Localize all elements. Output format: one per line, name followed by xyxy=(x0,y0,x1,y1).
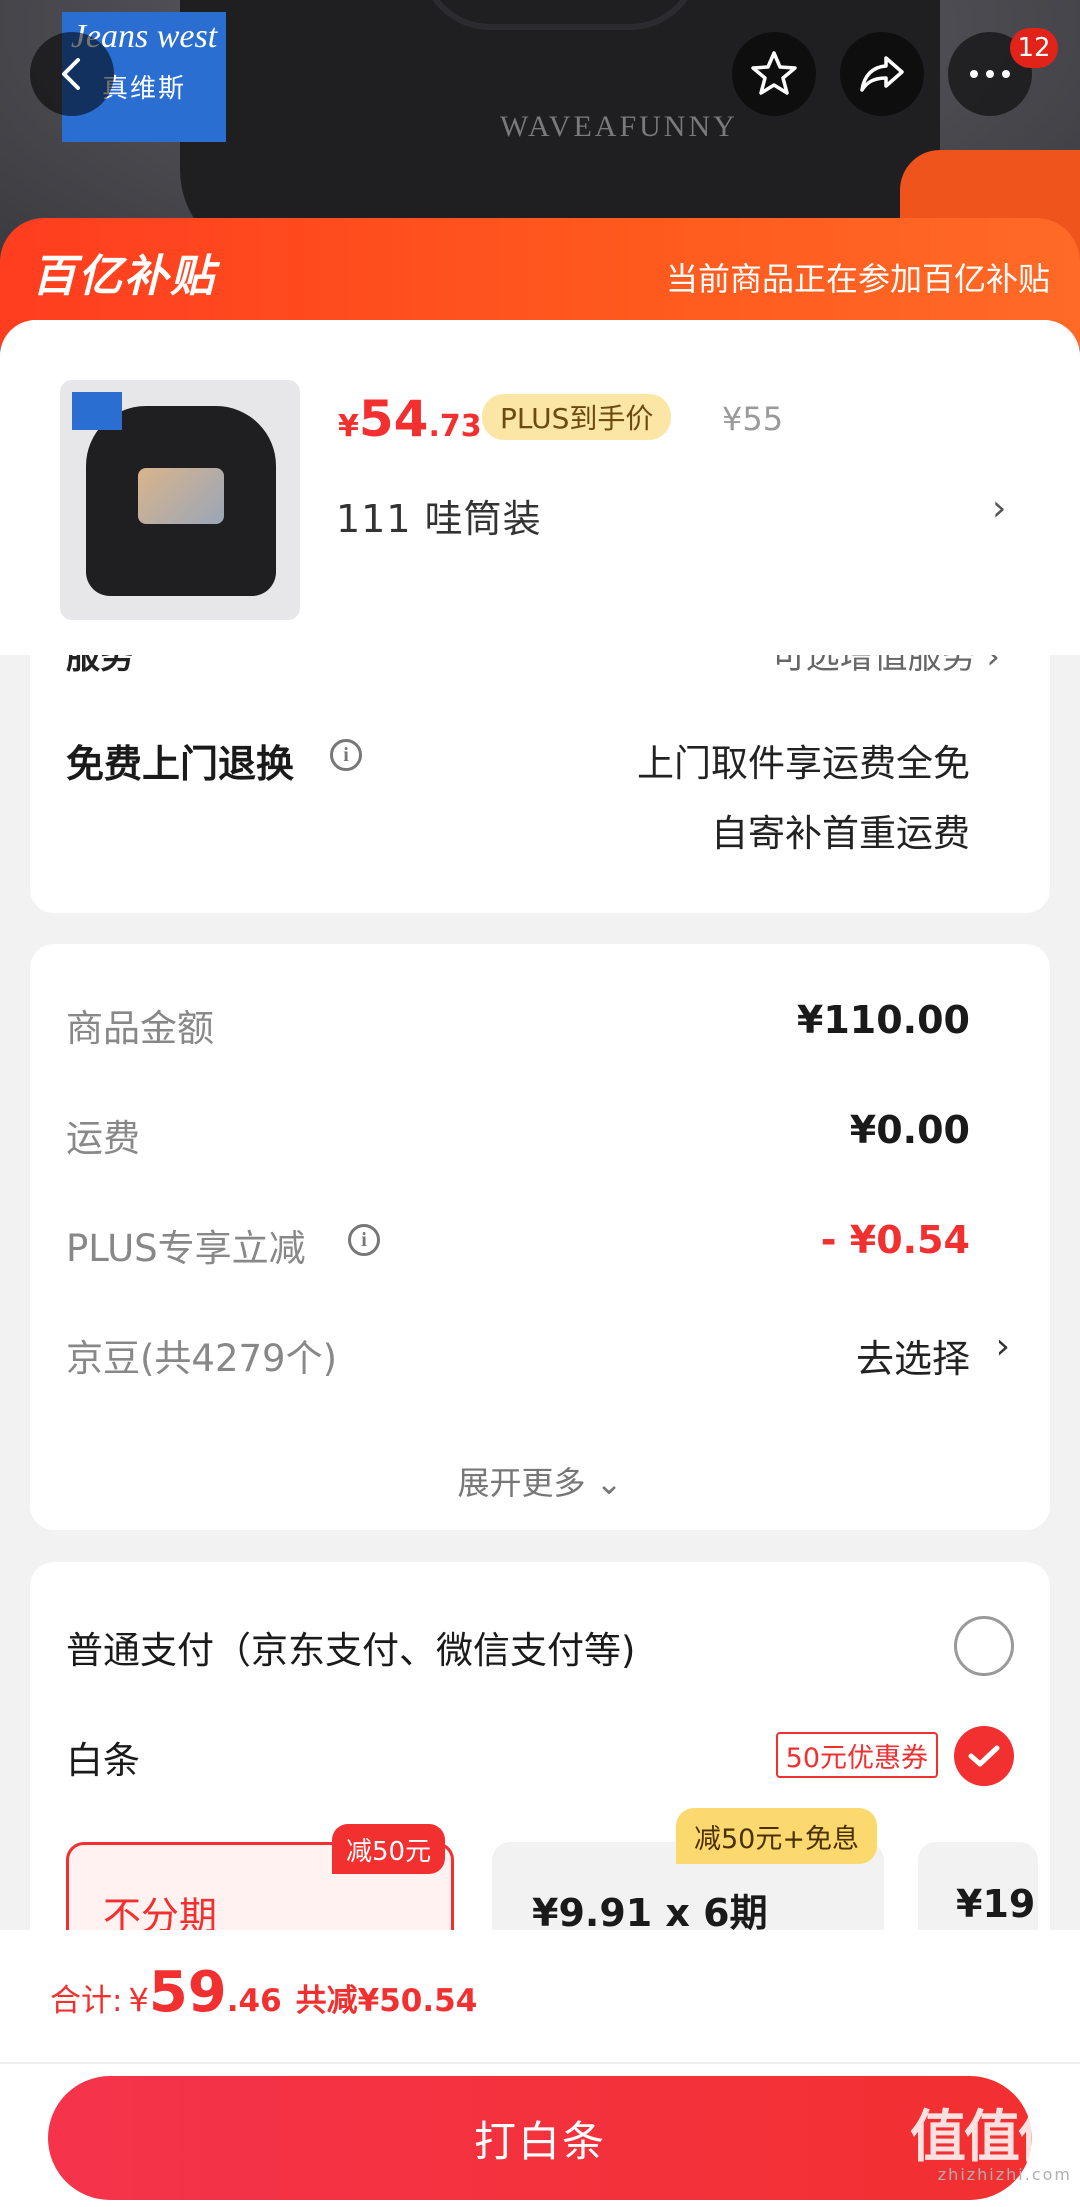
total-currency: ¥ xyxy=(128,1981,149,2019)
goods-amount-value: ¥110.00 xyxy=(796,998,970,1042)
service-card: 服务 可选增值服务 › 免费上门退换 i 上门取件享运费全免 自寄补首重运费 xyxy=(30,655,1050,913)
product-thumbnail xyxy=(60,380,300,620)
jd-beans-label: 京豆(共4279个) xyxy=(66,1337,338,1380)
share-icon xyxy=(860,56,904,92)
installment-tag: 减50元 xyxy=(332,1824,446,1874)
total-decimal: .46 xyxy=(226,1983,282,2019)
total-price: 合计: ¥59.46 共减¥50.54 xyxy=(50,1960,477,2025)
shipping-label: 运费 xyxy=(66,1117,140,1160)
installment-tag: 减50元+免息 xyxy=(676,1808,877,1864)
installment-label: ¥19 xyxy=(956,1882,1036,1926)
total-integer: 59 xyxy=(148,1960,227,2025)
product-price: ¥54.73 xyxy=(338,390,482,448)
plus-discount-label: PLUS专享立减 xyxy=(66,1227,306,1270)
plus-discount-value: - ¥0.54 xyxy=(820,1218,970,1262)
sweater-collar xyxy=(420,0,700,30)
free-return-info-button[interactable]: i xyxy=(330,739,362,771)
free-return-detail-1: 上门取件享运费全免 xyxy=(637,742,970,785)
price-decimal: .73 xyxy=(428,409,482,444)
pay-with-baitiao-button[interactable]: 打白条 xyxy=(48,2076,1032,2200)
baitiao-radio-checked[interactable] xyxy=(954,1726,1014,1786)
favorite-button[interactable] xyxy=(732,32,816,116)
sweater-print-text: WAVEAFUNNY xyxy=(500,110,738,143)
subsidy-logo: 百亿补贴 xyxy=(32,251,216,302)
plus-price-tag: PLUS到手价 xyxy=(482,394,672,440)
installment-label: ¥9.91 x 6期 xyxy=(532,1891,768,1935)
jd-beans-select[interactable]: 去选择 xyxy=(856,1328,970,1383)
shipping-value: ¥0.00 xyxy=(849,1108,970,1152)
watermark-text: 值值值 xyxy=(910,2105,1074,2170)
goods-amount-label: 商品金额 xyxy=(66,1007,214,1050)
back-button[interactable] xyxy=(30,32,114,116)
divider xyxy=(0,2062,1080,2064)
original-price: ¥55 xyxy=(722,400,784,438)
expand-more-button[interactable]: 展开更多 ⌄ xyxy=(30,1458,1050,1504)
selected-spec[interactable]: 111 哇筒装 xyxy=(336,488,542,543)
more-icon xyxy=(970,70,1010,78)
coupon-badge: 50元优惠券 xyxy=(775,1732,938,1778)
service-section-label: 服务 xyxy=(66,655,134,677)
price-currency: ¥ xyxy=(338,409,359,444)
normal-pay-radio[interactable] xyxy=(954,1616,1014,1676)
price-integer: 54 xyxy=(358,390,429,448)
share-button[interactable] xyxy=(840,32,924,116)
plus-discount-info-button[interactable]: i xyxy=(348,1224,380,1256)
thumbnail-print xyxy=(138,468,224,524)
info-icon: i xyxy=(348,1224,380,1256)
thumbnail-brand-logo xyxy=(72,392,122,430)
check-icon xyxy=(968,1745,1000,1767)
star-icon xyxy=(751,51,797,95)
amount-card: 商品金额 ¥110.00 运费 ¥0.00 PLUS专享立减 i - ¥0.54… xyxy=(30,944,1050,1530)
baitiao-label: 白条 xyxy=(66,1739,140,1782)
chevron-right-icon[interactable]: › xyxy=(992,488,1006,529)
free-return-detail-2: 自寄补首重运费 xyxy=(711,812,970,855)
checkout-sheet: ¥54.73 PLUS到手价 ¥55 111 哇筒装 › 服务 可选增值服务 ›… xyxy=(0,320,1080,2207)
info-icon: i xyxy=(330,739,362,771)
chevron-right-icon[interactable]: › xyxy=(996,1326,1010,1367)
total-label: 合计: xyxy=(50,1983,123,2019)
normal-pay-label: 普通支付（京东支付、微信支付等) xyxy=(66,1629,636,1672)
back-arrow-icon xyxy=(62,58,80,90)
total-saved: 共减¥50.54 xyxy=(295,1983,478,2019)
free-return-title: 免费上门退换 xyxy=(66,742,295,786)
product-summary: ¥54.73 PLUS到手价 ¥55 111 哇筒装 › xyxy=(0,320,1080,655)
subsidy-note: 当前商品正在参加百亿补贴 xyxy=(665,260,1050,298)
watermark: 值值值 zhizhizhi.com xyxy=(910,2110,1074,2184)
message-count-badge: 12 xyxy=(1010,28,1058,68)
service-section-value[interactable]: 可选增值服务 › xyxy=(772,655,1000,678)
